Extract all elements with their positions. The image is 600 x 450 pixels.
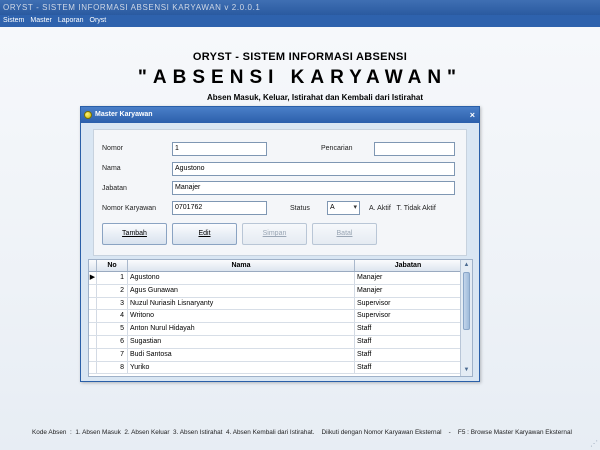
cell-nama[interactable]: Writono <box>128 310 355 323</box>
hero-description: Absen Masuk, Keluar, Istirahat dan Kemba… <box>206 93 424 102</box>
cell-no[interactable]: 4 <box>97 310 128 323</box>
tambah-button[interactable]: Tambah <box>102 223 167 245</box>
nomor-label: Nomor <box>102 145 124 152</box>
nomor-field[interactable]: 1 <box>172 142 267 156</box>
cell-jabatan[interactable]: Supervisor <box>355 310 462 323</box>
cell-nama[interactable]: Yuriko <box>128 361 355 374</box>
close-icon[interactable]: × <box>470 107 475 123</box>
table-row[interactable]: 7 Budi Santosa Staff <box>89 348 462 362</box>
cell-no[interactable]: 8 <box>97 361 128 374</box>
cell-no[interactable]: 6 <box>97 335 128 348</box>
row-indicator <box>89 335 97 348</box>
cell-no[interactable]: 1 <box>97 272 128 284</box>
cell-no[interactable]: 7 <box>97 348 128 361</box>
nomor-karyawan-label: Nomor Karyawan <box>102 205 157 212</box>
table-row[interactable]: 4 Writono Supervisor <box>89 310 462 324</box>
cell-nama[interactable]: Anton Nurul Hidayah <box>128 323 355 335</box>
grid-header-nama[interactable]: Nama <box>128 260 355 271</box>
table-row[interactable]: 5 Anton Nurul Hidayah Staff <box>89 323 462 336</box>
row-indicator <box>89 348 97 361</box>
karyawan-grid: No Nama Jabatan ▶ 1 Agustono Manajer 2 A… <box>88 259 473 377</box>
menu-oryst[interactable]: Oryst <box>90 15 107 27</box>
app-title: ORYST - SISTEM INFORMASI ABSENSI KARYAWA… <box>3 3 261 12</box>
cell-jabatan[interactable]: Manajer <box>355 272 462 284</box>
row-indicator <box>89 284 97 297</box>
cell-nama[interactable]: Sugastian <box>128 335 355 348</box>
row-indicator <box>89 323 97 335</box>
scrollbar-thumb[interactable] <box>463 272 470 330</box>
cell-nama[interactable]: Budi Santosa <box>128 348 355 361</box>
cell-jabatan[interactable]: Supervisor <box>355 297 462 310</box>
nama-label: Nama <box>102 165 121 172</box>
status-legend: A. Aktif T. Tidak Aktif <box>369 205 436 212</box>
table-row[interactable]: 2 Agus Gunawan Manajer <box>89 284 462 298</box>
app-menu-bar: Sistem Master Laporan Oryst <box>0 15 600 27</box>
cell-nama[interactable]: Agustono <box>128 272 355 284</box>
table-row[interactable]: 6 Sugastian Staff <box>89 335 462 349</box>
row-indicator <box>89 310 97 323</box>
status-select[interactable]: A ▾ <box>327 201 360 215</box>
cell-jabatan[interactable]: Staff <box>355 361 462 374</box>
cell-jabatan[interactable]: Staff <box>355 348 462 361</box>
row-indicator <box>89 361 97 374</box>
app-title-bar: ORYST - SISTEM INFORMASI ABSENSI KARYAWA… <box>0 0 600 15</box>
cell-no[interactable]: 2 <box>97 284 128 297</box>
grid-header-no[interactable]: No <box>97 260 128 271</box>
cell-no[interactable]: 3 <box>97 297 128 310</box>
simpan-button[interactable]: Simpan <box>242 223 307 245</box>
table-row[interactable]: 3 Nuzul Nuriasih Lisnaryanty Supervisor <box>89 297 462 311</box>
status-bar-text: Kode Absen : 1. Absen Masuk 2. Absen Kel… <box>32 429 572 436</box>
hero-title: ORYST - SISTEM INFORMASI ABSENSI <box>192 51 408 63</box>
status-value: A <box>330 204 335 211</box>
cell-jabatan[interactable]: Manajer <box>355 284 462 297</box>
chevron-down-icon[interactable]: ▾ <box>353 202 357 214</box>
cell-jabatan[interactable]: Staff <box>355 323 462 335</box>
master-karyawan-window: Master Karyawan × Nomor 1 Pencarian Nama… <box>80 106 480 382</box>
jabatan-field[interactable]: Manajer <box>172 181 455 195</box>
scroll-up-icon[interactable]: ▲ <box>462 261 471 270</box>
current-row-icon: ▶ <box>89 272 97 284</box>
cell-nama[interactable]: Nuzul Nuriasih Lisnaryanty <box>128 297 355 310</box>
table-row[interactable]: 8 Yuriko Staff <box>89 361 462 375</box>
menu-sistem[interactable]: Sistem <box>3 15 24 27</box>
scroll-down-icon[interactable]: ▼ <box>462 366 471 375</box>
menu-laporan[interactable]: Laporan <box>58 15 84 27</box>
pencarian-label: Pencarian <box>321 145 353 152</box>
cell-jabatan[interactable]: Staff <box>355 335 462 348</box>
grid-body: ▶ 1 Agustono Manajer 2 Agus Gunawan Mana… <box>89 272 462 375</box>
hero-subtitle: "ABSENSI KARYAWAN" <box>137 67 463 88</box>
cell-nama[interactable]: Agus Gunawan <box>128 284 355 297</box>
pencarian-field[interactable] <box>374 142 455 156</box>
table-row[interactable]: ▶ 1 Agustono Manajer <box>89 272 462 285</box>
grid-header-row: No Nama Jabatan <box>89 260 462 272</box>
window-title: Master Karyawan <box>95 111 153 118</box>
row-indicator <box>89 297 97 310</box>
window-title-bar[interactable]: Master Karyawan × <box>81 107 479 123</box>
edit-button[interactable]: Edit <box>172 223 237 245</box>
nama-field[interactable]: Agustono <box>172 162 455 176</box>
grid-header-jabatan[interactable]: Jabatan <box>355 260 462 271</box>
batal-button[interactable]: Batal <box>312 223 377 245</box>
nomor-karyawan-field[interactable]: 0701762 <box>172 201 267 215</box>
resize-grip-icon[interactable]: ⋰ <box>590 439 598 448</box>
menu-master[interactable]: Master <box>30 15 51 27</box>
grid-header-indicator <box>89 260 97 271</box>
grid-scrollbar[interactable]: ▲ ▼ <box>460 260 472 376</box>
cell-no[interactable]: 5 <box>97 323 128 335</box>
status-label: Status <box>290 205 310 212</box>
jabatan-label: Jabatan <box>102 185 127 192</box>
window-icon <box>84 111 92 119</box>
